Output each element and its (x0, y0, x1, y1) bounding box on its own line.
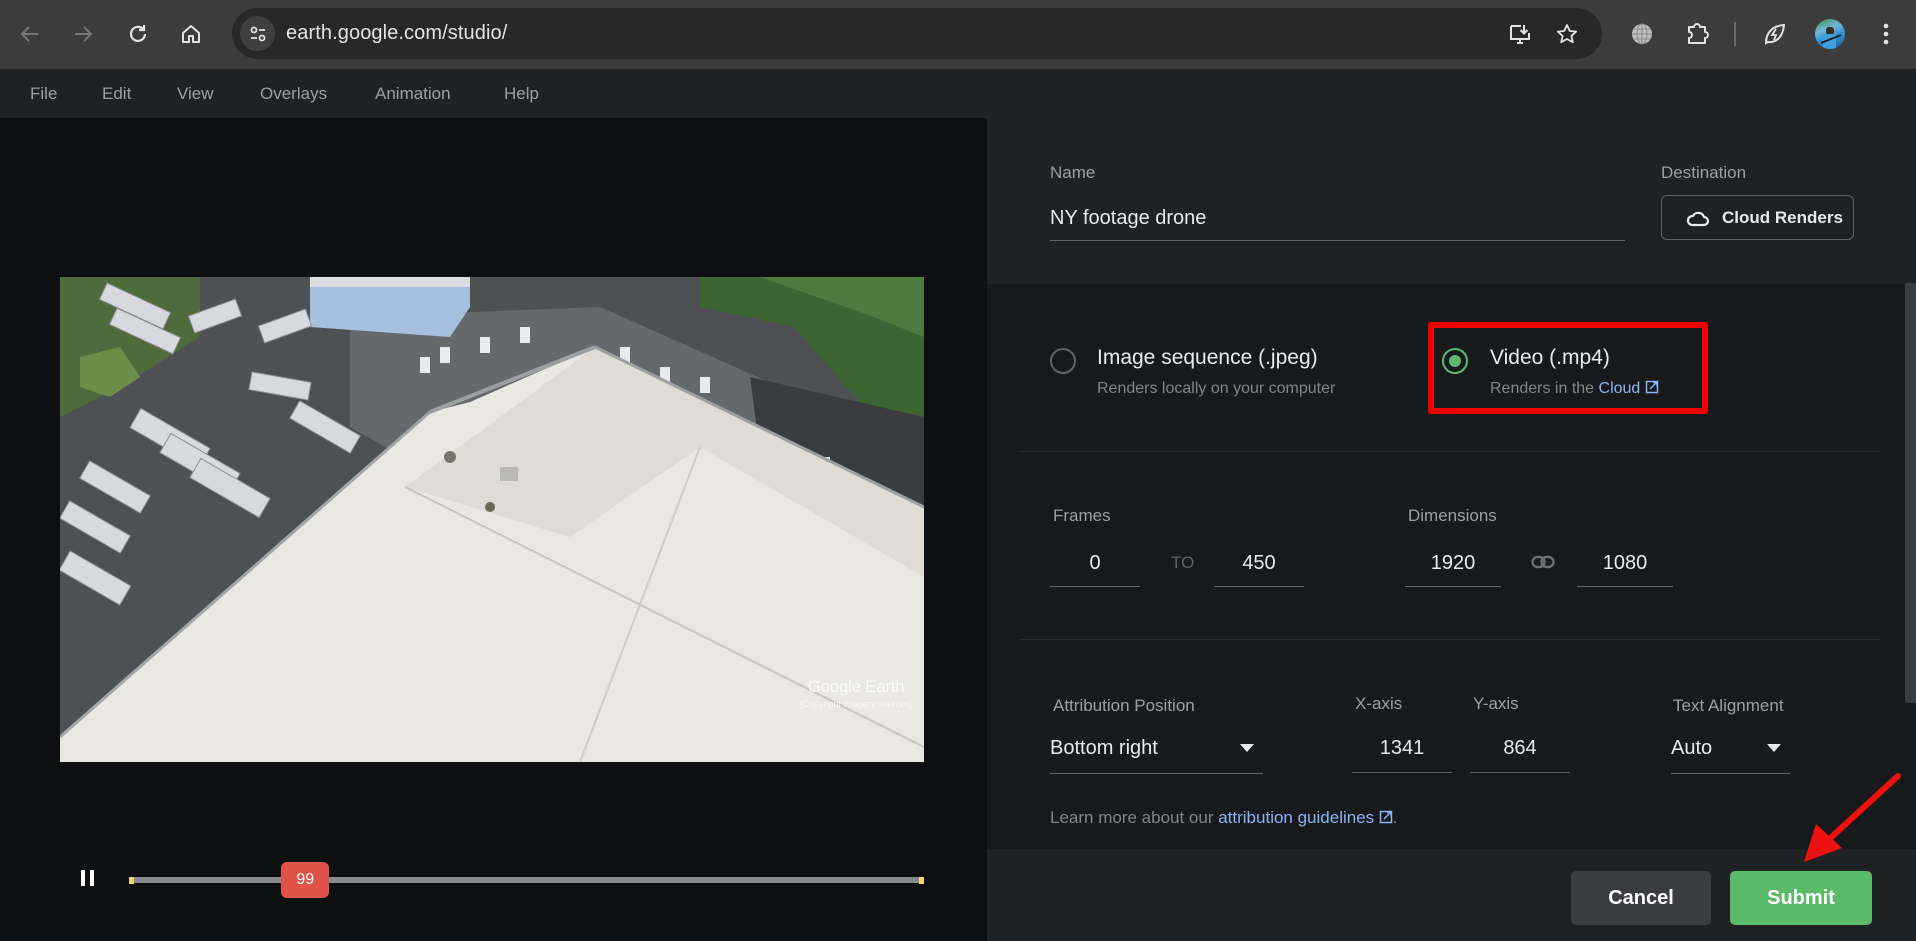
more-menu-icon (1883, 23, 1889, 45)
name-input[interactable]: NY footage drone (1050, 207, 1206, 230)
url-text[interactable]: earth.google.com/studio/ (286, 22, 507, 45)
timeline-playhead[interactable]: 99 (281, 862, 330, 898)
aspect-lock-button[interactable] (1531, 555, 1555, 574)
chain-link-icon (1531, 555, 1555, 569)
menu-file[interactable]: File (30, 84, 57, 104)
profile-avatar[interactable] (1815, 19, 1845, 49)
annotation-highlight-box (1428, 322, 1708, 414)
height-input[interactable]: 1080 (1577, 552, 1673, 587)
name-input-underline (1050, 240, 1625, 241)
attribution-position-select[interactable]: Bottom right (1050, 737, 1263, 777)
y-axis-value: 864 (1503, 737, 1537, 759)
attribution-guidelines-link[interactable]: attribution guidelines (1218, 808, 1374, 827)
pause-icon (81, 870, 94, 886)
y-axis-label: Y-axis (1473, 694, 1519, 713)
height-value: 1080 (1602, 552, 1648, 574)
dimensions-label: Dimensions (1408, 506, 1497, 525)
external-link-icon (1379, 810, 1393, 824)
text-alignment-value: Auto (1671, 737, 1713, 759)
frame-end-value: 450 (1242, 552, 1276, 574)
install-app-button[interactable] (1507, 21, 1533, 47)
preview-pane: Google Earth [Copyright imagery sources] (0, 118, 987, 941)
energy-saver-icon (1764, 23, 1786, 45)
attribution-position-value: Bottom right (1050, 737, 1158, 759)
learn-more-text: Learn more about our (1050, 808, 1219, 827)
attribution-position-label: Attribution Position (1053, 696, 1195, 715)
attribution-help-text: Learn more about our attribution guideli… (1050, 808, 1398, 828)
aerial-preview-image: Google Earth [Copyright imagery sources] (60, 277, 924, 762)
more-menu-button[interactable] (1870, 18, 1902, 50)
pause-button[interactable] (76, 866, 100, 890)
bookmark-button[interactable] (1554, 21, 1580, 47)
render-settings-panel: Name NY footage drone Destination Cloud … (987, 118, 1916, 941)
forward-icon (75, 26, 93, 42)
section-divider (1019, 639, 1881, 640)
toolbar-divider (1734, 22, 1736, 46)
extensions-puzzle-icon (1688, 23, 1709, 44)
timeline-scrubber[interactable] (131, 877, 923, 883)
annotation-arrow-icon (1804, 773, 1901, 862)
site-info-button[interactable] (240, 16, 275, 51)
text-alignment-label: Text Alignment (1673, 696, 1784, 715)
menu-edit[interactable]: Edit (102, 84, 131, 104)
app-menu-bar: File Edit View Overlays Animation Help (0, 69, 1916, 118)
frames-to-label: TO (1171, 553, 1195, 572)
section-divider (1019, 451, 1881, 452)
learn-more-period: . (1392, 808, 1398, 827)
cloud-icon (1686, 211, 1710, 226)
back-button[interactable] (10, 14, 50, 54)
globe-extension-icon (1632, 23, 1652, 45)
image-sequence-subtitle: Renders locally on your computer (1097, 380, 1336, 397)
menu-view[interactable]: View (177, 84, 214, 104)
menu-overlays[interactable]: Overlays (260, 84, 327, 104)
google-earth-watermark: Google Earth [Copyright imagery sources] (800, 677, 913, 709)
browser-toolbar: earth.google.com/studio/ (0, 0, 1916, 69)
frame-start-input[interactable]: 0 (1050, 552, 1140, 587)
site-info-icon (250, 26, 265, 41)
energy-saver-button[interactable] (1759, 18, 1791, 50)
globe-extension-button[interactable] (1626, 18, 1658, 50)
extensions-button[interactable] (1681, 18, 1713, 50)
frames-label: Frames (1053, 506, 1111, 525)
timeline-end-marker[interactable] (919, 877, 924, 884)
forward-button[interactable] (63, 14, 103, 54)
x-axis-value: 1341 (1379, 737, 1425, 759)
width-value: 1920 (1430, 552, 1476, 574)
reload-button[interactable] (118, 14, 158, 54)
x-axis-input[interactable]: 1341 (1352, 737, 1452, 773)
frame-end-input[interactable]: 450 (1214, 552, 1304, 587)
name-label: Name (1050, 163, 1096, 182)
dialog-footer: Cancel Submit (987, 849, 1916, 941)
width-input[interactable]: 1920 (1405, 552, 1501, 587)
x-axis-label: X-axis (1355, 694, 1403, 713)
y-axis-input[interactable]: 864 (1470, 737, 1570, 773)
back-icon (20, 26, 38, 42)
timeline-start-marker[interactable] (129, 877, 134, 884)
home-button[interactable] (171, 14, 211, 54)
bookmark-star-icon (1556, 24, 1578, 44)
panel-scrollbar[interactable] (1905, 283, 1916, 703)
menu-animation[interactable]: Animation (375, 84, 451, 104)
frame-start-value: 0 (1089, 552, 1101, 574)
cloud-renders-button[interactable]: Cloud Renders (1661, 195, 1854, 240)
cloud-renders-label: Cloud Renders (1722, 207, 1843, 227)
address-bar[interactable]: earth.google.com/studio/ (232, 8, 1602, 59)
cancel-button[interactable]: Cancel (1571, 871, 1711, 925)
image-sequence-title[interactable]: Image sequence (.jpeg) (1097, 346, 1318, 370)
destination-label: Destination (1661, 163, 1747, 182)
render-header: Name NY footage drone Destination Cloud … (987, 118, 1916, 284)
install-app-icon (1510, 25, 1530, 44)
text-alignment-select[interactable]: Auto (1671, 737, 1790, 777)
dropdown-arrow-icon (1240, 744, 1254, 752)
menu-help[interactable]: Help (504, 84, 539, 104)
submit-button[interactable]: Submit (1730, 871, 1872, 925)
reload-icon (129, 25, 147, 42)
home-icon (182, 25, 200, 43)
dropdown-arrow-icon (1767, 744, 1781, 752)
image-sequence-radio[interactable] (1050, 348, 1076, 374)
